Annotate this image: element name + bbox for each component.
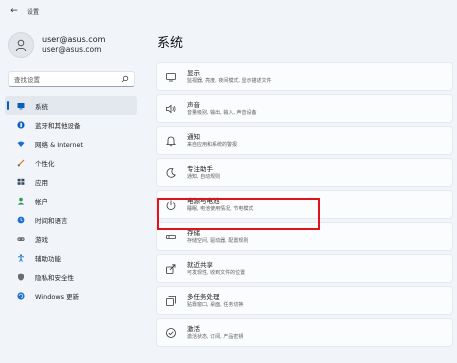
update-icon (17, 291, 25, 300)
settings-cards: 显示 监视器, 亮度, 夜间模式, 显示描述文件 声音 音量级别, 输出, 输入… (156, 62, 453, 350)
card-multitasking[interactable]: 多任务处理 贴靠窗口, 桌面, 任务切换 (156, 286, 453, 315)
card-sound[interactable]: 声音 音量级别, 输出, 输入, 声音设备 (156, 94, 453, 123)
card-notifications[interactable]: 通知 来自应用和系统的警报 (156, 126, 453, 155)
share-icon (165, 263, 177, 275)
card-title: 电源与电池 (187, 196, 220, 205)
card-title: 激活 (187, 324, 200, 333)
check-circle-icon (165, 327, 177, 339)
profile-email: user@asus.com (42, 45, 102, 54)
profile-name: user@asus.com (42, 35, 106, 44)
search-box[interactable]: 查找设置 (8, 71, 135, 87)
sidebar-item-label: 蓝牙和其他设备 (35, 121, 81, 130)
sidebar-item-windows-update[interactable]: Windows 更新 (5, 286, 137, 305)
accessibility-icon (17, 253, 25, 262)
card-display[interactable]: 显示 监视器, 亮度, 夜间模式, 显示描述文件 (156, 62, 453, 91)
search-icon (121, 75, 129, 83)
globe-clock-icon (17, 216, 25, 224)
bluetooth-icon (17, 120, 25, 129)
sidebar-item-label: 辅助功能 (35, 254, 61, 263)
sidebar-item-apps[interactable]: 应用 (5, 172, 137, 191)
card-title: 通知 (187, 132, 200, 141)
card-subtitle: 监视器, 亮度, 夜间模式, 显示描述文件 (187, 77, 272, 84)
sidebar-item-network[interactable]: 网络 & Internet (5, 134, 137, 153)
person-icon (17, 197, 25, 205)
settings-window: ← 设置 user@asus.com user@asus.com 查找设置 系统 (0, 0, 457, 363)
card-subtitle: 可发现性, 收到文件的位置 (187, 269, 246, 276)
sidebar-item-accessibility[interactable]: 辅助功能 (5, 248, 137, 267)
sidebar-item-personalization[interactable]: 个性化 (5, 153, 137, 172)
brush-icon (17, 159, 25, 167)
card-focus-assist[interactable]: 专注助手 通知, 自动规则 (156, 158, 453, 187)
gamepad-icon (17, 235, 25, 243)
card-subtitle: 贴靠窗口, 桌面, 任务切换 (187, 301, 244, 308)
sidebar-item-label: 网络 & Internet (35, 140, 84, 149)
card-power-battery[interactable]: 电源与电池 睡眠, 电池使用情况, 节电模式 (156, 190, 453, 219)
card-nearby-sharing[interactable]: 就近共享 可发现性, 收到文件的位置 (156, 254, 453, 283)
card-subtitle: 音量级别, 输出, 输入, 声音设备 (187, 109, 257, 116)
sidebar-item-system[interactable]: 系统 (5, 96, 137, 115)
card-subtitle: 通知, 自动规则 (187, 173, 221, 180)
card-storage[interactable]: 存储 存储空间, 驱动器, 配置规则 (156, 222, 453, 251)
page-title: 系统 (157, 36, 184, 51)
person-icon (15, 39, 27, 52)
sidebar-nav: 系统 蓝牙和其他设备 网络 & Internet 个性化 应用 帐户 时间和语言… (5, 96, 137, 305)
power-icon (165, 199, 177, 211)
display-icon (165, 71, 177, 83)
sidebar-item-privacy[interactable]: 隐私和安全性 (5, 267, 137, 286)
card-title: 专注助手 (187, 164, 213, 173)
wifi-icon (17, 140, 25, 148)
card-title: 声音 (187, 100, 200, 109)
card-subtitle: 激活状态, 订阅, 产品密钥 (187, 333, 244, 340)
sidebar-item-label: 系统 (35, 102, 48, 111)
title-bar: ← 设置 (0, 0, 457, 22)
sidebar-item-bluetooth[interactable]: 蓝牙和其他设备 (5, 115, 137, 134)
sidebar-item-label: 应用 (35, 178, 48, 187)
sidebar-item-label: 帐户 (35, 197, 48, 206)
shield-icon (17, 273, 25, 281)
sidebar-item-accounts[interactable]: 帐户 (5, 191, 137, 210)
sidebar-item-label: 隐私和安全性 (35, 273, 74, 282)
sidebar-item-time-language[interactable]: 时间和语言 (5, 210, 137, 229)
user-profile[interactable]: user@asus.com user@asus.com (8, 32, 105, 58)
apps-icon (17, 178, 25, 186)
bell-icon (165, 135, 177, 147)
search-input[interactable]: 查找设置 (14, 74, 121, 84)
card-title: 多任务处理 (187, 292, 220, 301)
card-subtitle: 睡眠, 电池使用情况, 节电模式 (187, 205, 254, 212)
moon-icon (165, 167, 177, 179)
card-activation[interactable]: 激活 激活状态, 订阅, 产品密钥 (156, 318, 453, 347)
sidebar-item-gaming[interactable]: 游戏 (5, 229, 137, 248)
sidebar-item-label: 时间和语言 (35, 216, 68, 225)
card-subtitle: 存储空间, 驱动器, 配置规则 (187, 237, 249, 244)
window-title: 设置 (27, 8, 40, 16)
card-title: 显示 (187, 68, 200, 77)
monitor-icon (17, 102, 25, 110)
back-button[interactable]: ← (7, 4, 21, 18)
avatar (8, 32, 34, 58)
sidebar-item-label: Windows 更新 (35, 292, 80, 301)
storage-icon (165, 231, 177, 243)
card-subtitle: 来自应用和系统的警报 (187, 141, 238, 148)
sidebar-item-label: 游戏 (35, 235, 48, 244)
card-title: 存储 (187, 228, 200, 237)
speaker-icon (165, 103, 177, 115)
multitask-icon (165, 295, 177, 307)
card-title: 就近共享 (187, 260, 213, 269)
sidebar-item-label: 个性化 (35, 159, 55, 168)
